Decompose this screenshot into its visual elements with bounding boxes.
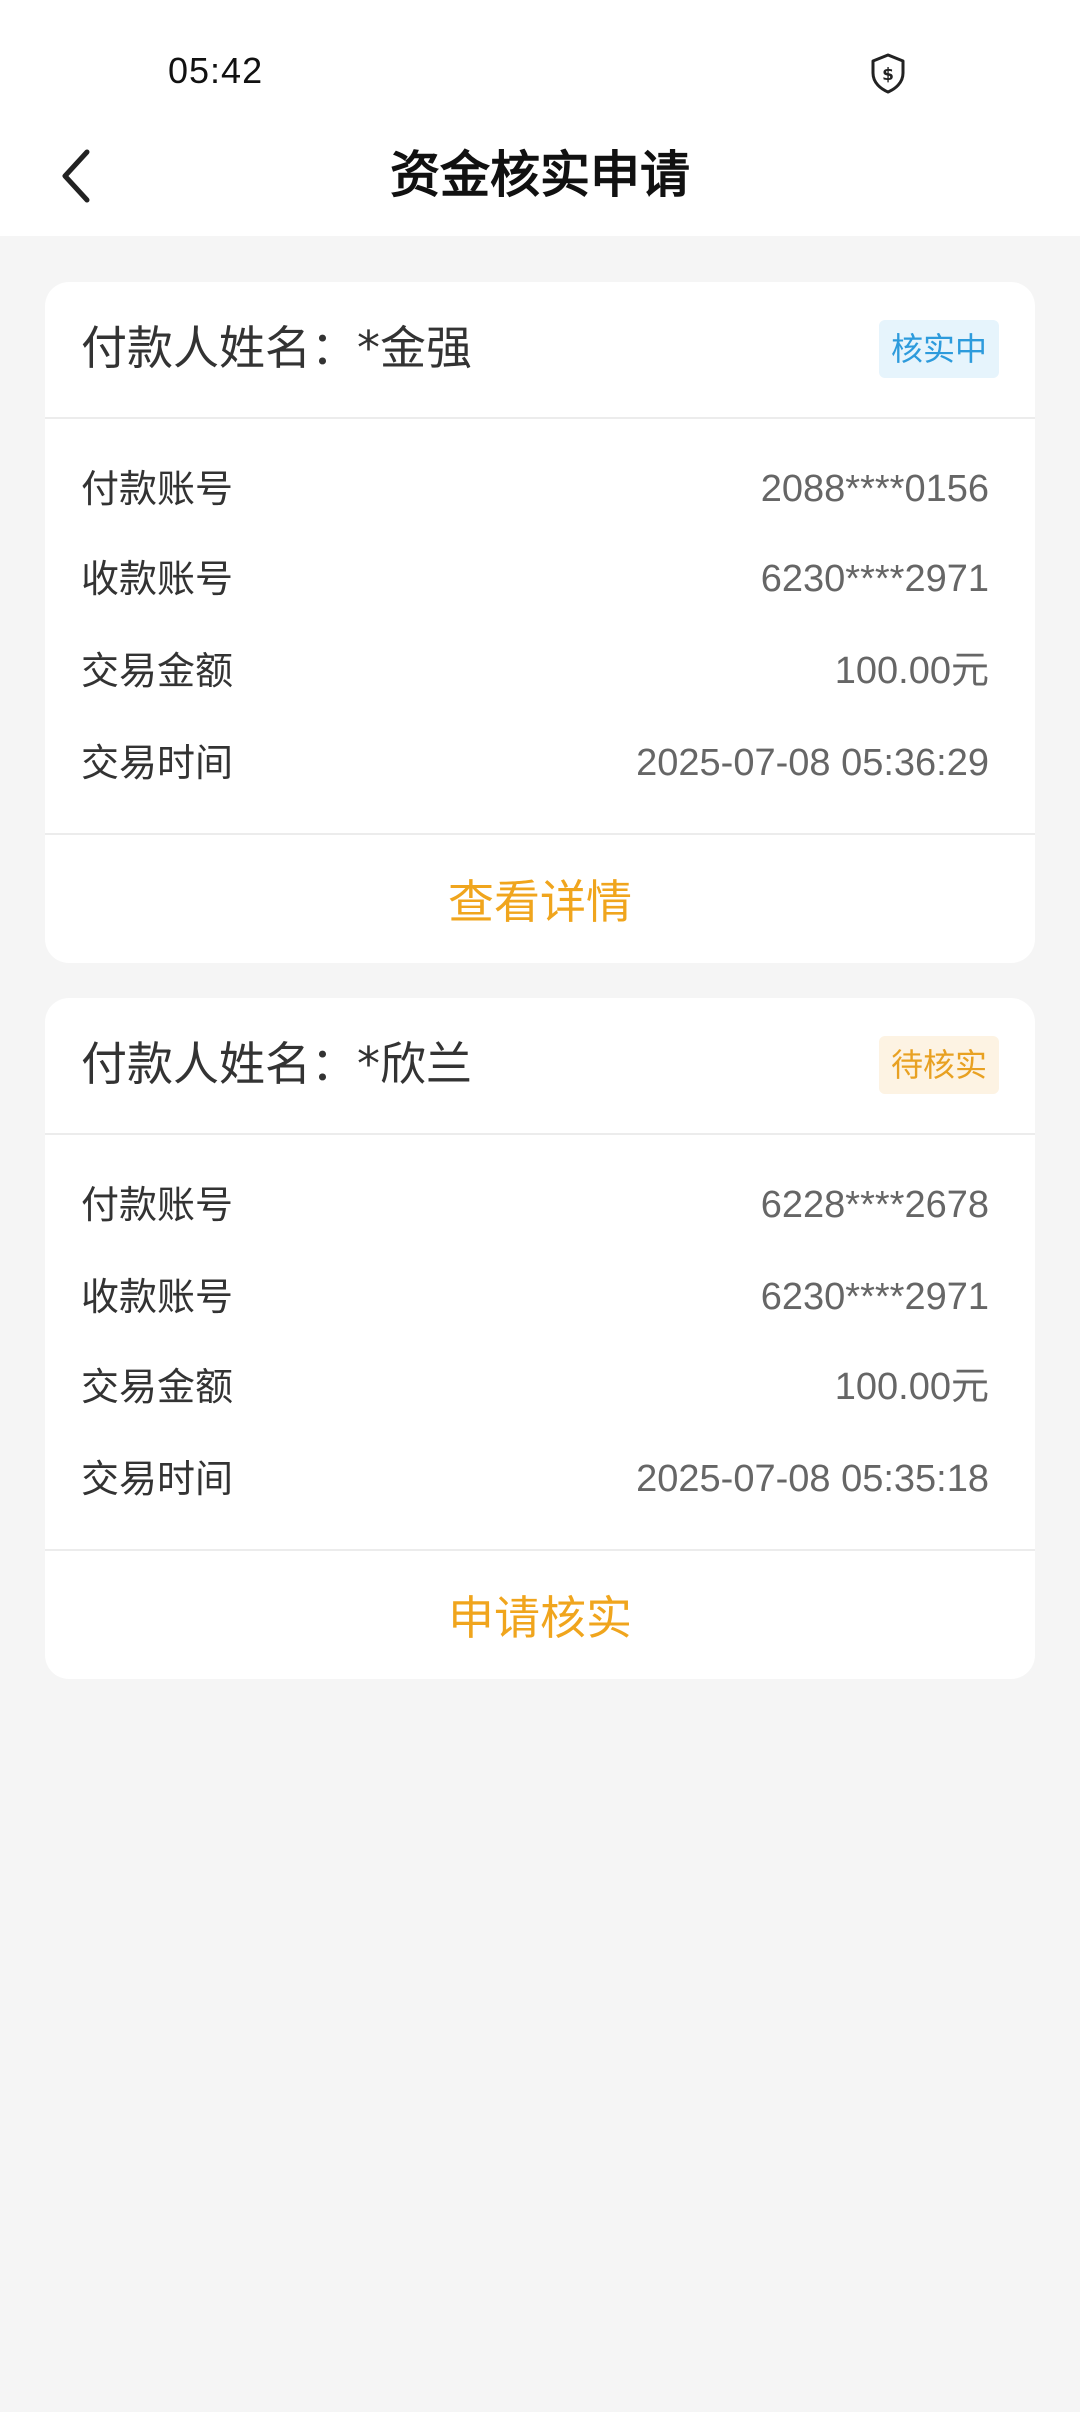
detail-row: 交易金额 100.00元 bbox=[81, 641, 989, 701]
page-title: 资金核实申请 bbox=[390, 146, 690, 204]
payer-name: 付款人姓名：*金强 bbox=[81, 321, 472, 375]
detail-row: 付款账号 6228****2678 bbox=[81, 1175, 989, 1235]
nav-bar: 资金核实申请 bbox=[0, 120, 1080, 236]
detail-row: 交易时间 2025-07-08 05:35:18 bbox=[81, 1449, 989, 1509]
status-bar: 05:42 $ bbox=[0, 0, 1080, 120]
card-details: 付款账号 2088****0156 收款账号 6230****2971 交易金额… bbox=[45, 419, 1035, 835]
status-time: 05:42 bbox=[168, 50, 264, 91]
detail-label: 付款账号 bbox=[81, 1183, 234, 1227]
view-details-button[interactable]: 查看详情 bbox=[45, 835, 1035, 963]
verification-card: 付款人姓名：*欣兰 待核实 付款账号 6228****2678 收款账号 623… bbox=[45, 998, 1035, 1679]
detail-row: 交易时间 2025-07-08 05:36:29 bbox=[81, 733, 989, 793]
status-badge: 核实中 bbox=[878, 320, 999, 378]
detail-label: 交易金额 bbox=[81, 649, 234, 693]
detail-value: 2088****0156 bbox=[760, 468, 989, 510]
detail-label: 交易金额 bbox=[81, 1365, 234, 1409]
card-header: 付款人姓名：*金强 核实中 bbox=[45, 282, 1035, 419]
payer-name: 付款人姓名：*欣兰 bbox=[81, 1037, 472, 1091]
verification-card: 付款人姓名：*金强 核实中 付款账号 2088****0156 收款账号 623… bbox=[45, 282, 1035, 963]
svg-text:$: $ bbox=[882, 65, 894, 85]
detail-value: 6230****2971 bbox=[760, 558, 989, 600]
detail-label: 交易时间 bbox=[81, 1457, 234, 1501]
detail-row: 付款账号 2088****0156 bbox=[81, 459, 989, 519]
detail-value: 2025-07-08 05:35:18 bbox=[636, 1458, 989, 1500]
detail-label: 收款账号 bbox=[81, 557, 234, 601]
shield-dollar-icon: $ bbox=[868, 52, 908, 94]
detail-value: 100.00元 bbox=[834, 1366, 989, 1408]
view-details-label: 查看详情 bbox=[448, 875, 632, 929]
apply-verification-button[interactable]: 申请核实 bbox=[45, 1551, 1035, 1679]
detail-row: 收款账号 6230****2971 bbox=[81, 549, 989, 609]
card-details: 付款账号 6228****2678 收款账号 6230****2971 交易金额… bbox=[45, 1135, 1035, 1551]
detail-value: 2025-07-08 05:36:29 bbox=[636, 742, 989, 784]
status-badge: 待核实 bbox=[878, 1036, 999, 1094]
detail-label: 交易时间 bbox=[81, 741, 234, 785]
detail-label: 付款账号 bbox=[81, 467, 234, 511]
detail-value: 100.00元 bbox=[834, 650, 989, 692]
card-header: 付款人姓名：*欣兰 待核实 bbox=[45, 998, 1035, 1135]
detail-value: 6228****2678 bbox=[760, 1184, 989, 1226]
detail-row: 收款账号 6230****2971 bbox=[81, 1267, 989, 1327]
detail-label: 收款账号 bbox=[81, 1275, 234, 1319]
apply-verification-label: 申请核实 bbox=[448, 1591, 632, 1645]
detail-row: 交易金额 100.00元 bbox=[81, 1357, 989, 1417]
detail-value: 6230****2971 bbox=[760, 1276, 989, 1318]
